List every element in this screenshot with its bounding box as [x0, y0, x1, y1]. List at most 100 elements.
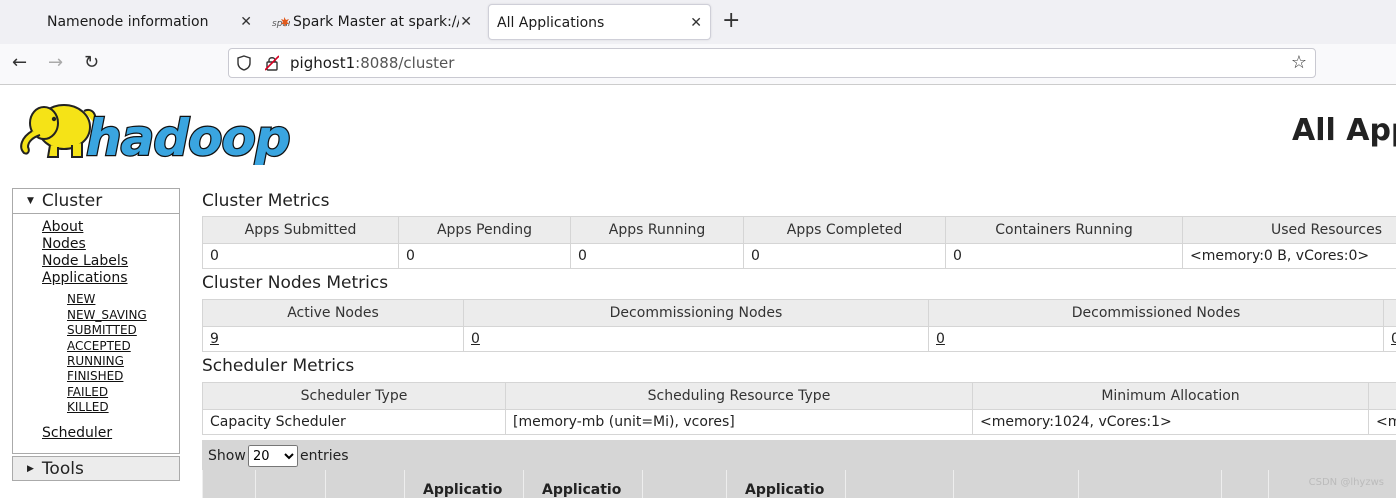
column-header[interactable] — [325, 470, 404, 498]
column-header[interactable]: Decommissioning Nodes — [463, 299, 929, 327]
column-header[interactable]: Minimum Allocation — [972, 382, 1369, 410]
column-header[interactable]: Apps Running — [570, 216, 744, 244]
column-header[interactable]: Applicatio — [523, 470, 642, 498]
triangle-down-icon: ▼ — [27, 196, 34, 206]
table-row: 9 0 0 0 — [202, 326, 1396, 352]
logo-wordmark: hadoop — [86, 109, 290, 165]
column-header[interactable]: Scheduling Resource Type — [505, 382, 973, 410]
cluster-metrics-title: Cluster Metrics — [202, 191, 330, 211]
table-row: 0 0 0 0 0 <memory:0 B, vCores:0> — [202, 243, 1396, 269]
close-icon[interactable]: ✕ — [460, 4, 472, 40]
applications-table-header: Applicatio Applicatio Applicatio — [202, 470, 1396, 498]
watermark-text: CSDN @lhyzws — [1308, 477, 1384, 488]
tab-all-applications[interactable]: All Applications ✕ — [488, 4, 711, 40]
column-header[interactable]: Decommissioned Nodes — [928, 299, 1384, 327]
hadoop-logo[interactable]: hadoop — [14, 93, 314, 165]
url-path: :8088/cluster — [355, 54, 455, 72]
column-header[interactable] — [1383, 299, 1396, 327]
column-header[interactable] — [845, 470, 952, 498]
cluster-header-label: Cluster — [41, 191, 103, 211]
node-metrics-title: Cluster Nodes Metrics — [202, 273, 389, 293]
close-icon[interactable]: ✕ — [690, 5, 702, 41]
column-header[interactable]: Scheduler Type — [202, 382, 506, 410]
cluster-metrics-table: Apps Submitted Apps Pending Apps Running… — [202, 216, 1396, 269]
lost-nodes-link[interactable]: 0 — [1383, 326, 1396, 352]
table-cell: 0 — [743, 243, 946, 269]
tab-spark-master[interactable]: spark Spark Master at spark://pi ✕ — [266, 4, 480, 40]
decommissioned-nodes-link[interactable]: 0 — [928, 326, 1384, 352]
table-header-row: Scheduler Type Scheduling Resource Type … — [202, 382, 1396, 410]
browser-nav-bar: ← → ↻ pighost1:8088/cluster ☆ — [0, 44, 1396, 85]
app-state-accepted[interactable]: ACCEPTED — [67, 339, 131, 353]
sidebar-item-nodes[interactable]: Nodes — [42, 236, 86, 252]
show-label: Show — [208, 448, 246, 464]
table-cell: 0 — [398, 243, 571, 269]
column-header[interactable]: Apps Pending — [398, 216, 571, 244]
forward-arrow-icon[interactable]: → — [48, 52, 63, 74]
browser-tab-bar: Namenode information ✕ spark Spark Maste… — [0, 0, 1396, 44]
spark-favicon-icon: spark — [272, 17, 290, 29]
url-host: pighost1 — [290, 54, 356, 72]
column-header[interactable]: Active Nodes — [202, 299, 464, 327]
table-cell: <memory:0 B, vCores:0> — [1182, 243, 1396, 269]
reload-icon[interactable]: ↻ — [84, 52, 99, 74]
table-cell: Capacity Scheduler — [202, 409, 506, 435]
app-state-running[interactable]: RUNNING — [67, 354, 124, 368]
page-content: hadoop All App ▼ Cluster About Nodes Node… — [0, 85, 1396, 498]
table-header-row: Apps Submitted Apps Pending Apps Running… — [202, 216, 1396, 244]
column-header[interactable]: Applicatio — [726, 470, 845, 498]
sidebar-item-scheduler[interactable]: Scheduler — [42, 425, 112, 441]
sidebar-item-about[interactable]: About — [42, 219, 83, 235]
column-header[interactable]: Applicatio — [404, 470, 523, 498]
column-header[interactable] — [1078, 470, 1221, 498]
cluster-section-header[interactable]: ▼ Cluster — [13, 189, 179, 214]
column-header[interactable] — [202, 470, 255, 498]
table-row: Capacity Scheduler [memory-mb (unit=Mi),… — [202, 409, 1396, 435]
shield-icon[interactable] — [237, 55, 251, 71]
tab-namenode[interactable]: Namenode information ✕ — [36, 4, 260, 40]
table-cell: [memory-mb (unit=Mi), vcores] — [505, 409, 973, 435]
tools-header-label: Tools — [41, 459, 84, 479]
table-header-row: Active Nodes Decommissioning Nodes Decom… — [202, 299, 1396, 327]
column-header[interactable]: Used Resources — [1182, 216, 1396, 244]
entries-label: entries — [300, 448, 349, 464]
app-state-killed[interactable]: KILLED — [67, 400, 109, 414]
column-header[interactable] — [642, 470, 725, 498]
column-header[interactable] — [1368, 382, 1396, 410]
app-state-submitted[interactable]: SUBMITTED — [67, 323, 137, 337]
column-header[interactable]: Containers Running — [945, 216, 1183, 244]
sidebar-cluster: ▼ Cluster About Nodes Node Labels Applica… — [12, 188, 180, 454]
show-entries-bar: Show 20 entries — [202, 440, 1396, 470]
insecure-lock-icon[interactable] — [265, 55, 279, 71]
table-cell: 0 — [570, 243, 744, 269]
scheduler-metrics-title: Scheduler Metrics — [202, 356, 355, 376]
close-icon[interactable]: ✕ — [240, 4, 252, 40]
new-tab-plus-icon[interactable]: + — [722, 6, 740, 36]
node-metrics-table: Active Nodes Decommissioning Nodes Decom… — [202, 299, 1396, 352]
active-nodes-link[interactable]: 9 — [202, 326, 464, 352]
column-header[interactable]: Apps Submitted — [202, 216, 399, 244]
back-arrow-icon[interactable]: ← — [12, 52, 27, 74]
sidebar-item-applications[interactable]: Applications — [42, 270, 128, 286]
scheduler-metrics-table: Scheduler Type Scheduling Resource Type … — [202, 382, 1396, 435]
page-size-select[interactable]: 20 — [248, 445, 298, 467]
sidebar-item-node-labels[interactable]: Node Labels — [42, 253, 128, 269]
tab-label: Spark Master at spark://pi — [293, 14, 459, 30]
app-state-failed[interactable]: FAILED — [67, 385, 108, 399]
column-header[interactable]: Apps Completed — [743, 216, 946, 244]
app-state-new[interactable]: NEW — [67, 292, 95, 306]
sidebar-tools[interactable]: ▶ Tools — [12, 456, 180, 481]
column-header[interactable] — [255, 470, 326, 498]
address-bar[interactable]: pighost1:8088/cluster ☆ — [228, 48, 1316, 78]
table-cell: 0 — [945, 243, 1183, 269]
app-state-finished[interactable]: FINISHED — [67, 369, 123, 383]
table-cell: <m — [1368, 409, 1396, 435]
page-title: All App — [1292, 113, 1396, 148]
triangle-right-icon: ▶ — [27, 464, 34, 474]
bookmark-star-icon[interactable]: ☆ — [1291, 52, 1307, 73]
table-cell: <memory:1024, vCores:1> — [972, 409, 1369, 435]
decommissioning-nodes-link[interactable]: 0 — [463, 326, 929, 352]
tools-section-header[interactable]: ▶ Tools — [13, 457, 179, 481]
app-state-new-saving[interactable]: NEW_SAVING — [67, 308, 147, 322]
column-header[interactable] — [953, 470, 1078, 498]
